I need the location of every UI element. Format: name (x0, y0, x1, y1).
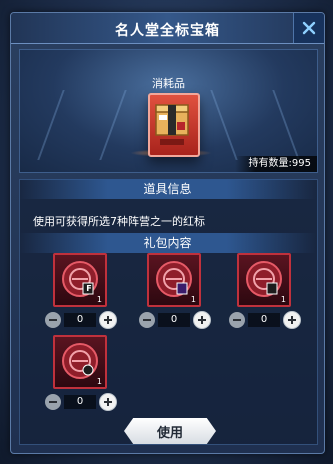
decrement-button[interactable] (229, 312, 245, 328)
gift-contents-header: 礼包内容 (19, 233, 316, 253)
increment-button[interactable] (283, 311, 301, 329)
close-icon (302, 21, 316, 35)
quantity-value: 0 (64, 395, 96, 409)
gift-tile[interactable]: F 1 (53, 253, 107, 307)
gift-count: 1 (96, 295, 102, 304)
dialog-title: 名人堂全标宝箱 (115, 23, 220, 39)
quantity-stepper: 0 (229, 311, 301, 329)
quantity-value: 0 (158, 313, 190, 327)
item-showcase: 消耗品 持有数量:995 (19, 49, 318, 173)
increment-button[interactable] (193, 311, 211, 329)
quantity-value: 0 (248, 313, 280, 327)
treasure-chest-card (148, 93, 200, 157)
increment-button[interactable] (99, 393, 117, 411)
treasure-chest-icon (155, 104, 189, 145)
decrement-button[interactable] (45, 312, 61, 328)
gift-tile[interactable]: 1 (147, 253, 201, 307)
use-button[interactable]: 使用 (124, 418, 216, 444)
gift-emblem-letter: F (86, 284, 92, 293)
quantity-stepper: 0 (139, 311, 211, 329)
item-category: 消耗品 (152, 77, 185, 90)
gift-count: 1 (190, 295, 196, 304)
plus-icon (104, 398, 112, 406)
decrement-button[interactable] (45, 394, 61, 410)
item-info-section: 道具信息 (19, 179, 316, 199)
gift-count: 1 (280, 295, 286, 304)
close-button[interactable] (293, 13, 324, 43)
minus-icon (143, 319, 151, 321)
minus-icon (49, 319, 57, 321)
use-button-label: 使用 (156, 425, 183, 441)
gift-tile[interactable]: 1 (237, 253, 291, 307)
quantity-value: 0 (64, 313, 96, 327)
quantity-stepper: 0 (45, 311, 117, 329)
title-bar: 名人堂全标宝箱 (11, 13, 324, 44)
plus-icon (104, 316, 112, 324)
plus-icon (288, 316, 296, 324)
item-info-header: 道具信息 (19, 179, 316, 199)
gift-count: 1 (96, 377, 102, 386)
plus-icon (198, 316, 206, 324)
minus-icon (233, 319, 241, 321)
minus-icon (49, 401, 57, 403)
item-dialog: 名人堂全标宝箱 消耗品 持有数量:995 道具信息 使用可获得所选7种阵营之一的… (10, 12, 325, 454)
gift-contents-section: 礼包内容 (19, 233, 316, 253)
quantity-stepper: 0 (45, 393, 117, 411)
decor-beam-right (210, 90, 300, 160)
decrement-button[interactable] (139, 312, 155, 328)
item-description: 使用可获得所选7种阵营之一的红标 (33, 215, 205, 228)
owned-quantity: 持有数量:995 (234, 156, 317, 172)
gift-tile[interactable]: 1 (53, 335, 107, 389)
increment-button[interactable] (99, 311, 117, 329)
decor-beam-left (37, 90, 127, 160)
